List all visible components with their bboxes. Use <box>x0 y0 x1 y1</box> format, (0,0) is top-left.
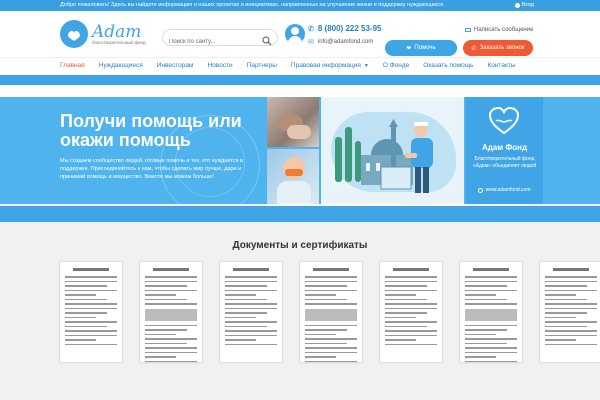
help-button-label: Помочь <box>414 45 436 51</box>
order-call-label: Заказать звонок <box>479 45 525 51</box>
heart-hand-icon <box>488 106 520 140</box>
phone-icon: ✆ <box>471 45 477 52</box>
fund-info-card: Адам Фонд Благотворительный фонд «Адам» … <box>466 97 543 204</box>
search-icon[interactable] <box>262 33 272 51</box>
nav-item-about[interactable]: О Фонде <box>383 62 409 69</box>
document-thumbnail[interactable] <box>300 262 362 362</box>
write-message-link[interactable]: Написать сообщение <box>465 27 533 33</box>
main-nav: Главная Нуждающиеся Инвесторам Новости П… <box>0 57 600 75</box>
hands-heart-icon <box>60 20 88 48</box>
nav-item-home[interactable]: Главная <box>60 62 85 69</box>
documents-section: Документы и сертификаты <box>0 222 600 400</box>
logo-brand: Adam <box>92 21 142 42</box>
heart-hand-icon: ❤ <box>406 45 412 52</box>
envelope-icon <box>465 28 471 32</box>
spacer <box>0 85 600 97</box>
nav-label: О Фонде <box>382 62 410 69</box>
nav-item-news[interactable]: Новости <box>208 62 233 69</box>
document-thumbnail[interactable] <box>460 262 522 362</box>
phone-text: 8 (800) 222 53-95 <box>317 24 382 33</box>
nav-label: Правовая информация <box>290 62 361 69</box>
email-text: info@adamfond.com <box>317 39 374 45</box>
fund-site-link[interactable]: www.adamfond.com <box>466 187 543 193</box>
email-link[interactable]: ✉ info@adamfond.com <box>308 38 373 46</box>
document-thumbnail[interactable] <box>540 262 600 362</box>
site-logo[interactable]: Adam благотворительный фонд <box>60 20 146 48</box>
search-input[interactable] <box>169 39 259 45</box>
divider-stripe <box>0 206 600 222</box>
login-link[interactable]: Вход <box>514 2 534 8</box>
user-avatar-icon[interactable] <box>285 24 305 44</box>
fund-title: Адам Фонд <box>481 143 528 152</box>
hero-headline: Получи помощь или окажи помощь <box>60 111 242 150</box>
documents-title: Документы и сертификаты <box>232 240 368 251</box>
logo-subtitle: благотворительный фонд <box>92 39 146 45</box>
nav-label: Нуждающиеся <box>98 62 143 69</box>
nav-label: Контакты <box>487 62 516 69</box>
document-thumbnail[interactable] <box>140 262 202 362</box>
fund-site-text: www.adamfond.com <box>485 187 531 193</box>
mail-icon: ✉ <box>308 39 314 46</box>
site-header: Adam благотворительный фонд ✆ 8 (800) 22… <box>0 11 600 57</box>
user-icon <box>514 2 520 8</box>
nav-item-legal[interactable]: Правовая информация ▼ <box>291 62 369 69</box>
document-thumbnail[interactable] <box>220 262 282 362</box>
nav-label: Партнеры <box>246 62 277 69</box>
donation-illustration <box>321 97 464 204</box>
document-thumbnail[interactable] <box>60 262 122 362</box>
child-mask-photo <box>267 149 319 204</box>
phone-number[interactable]: ✆ 8 (800) 222 53-95 <box>308 24 381 33</box>
nav-item-needy[interactable]: Нуждающиеся <box>99 62 143 69</box>
nav-item-contacts[interactable]: Контакты <box>487 62 515 69</box>
phone-icon: ✆ <box>308 25 314 33</box>
help-button[interactable]: ❤ Помочь <box>385 40 457 56</box>
nav-label: Оказать помощь <box>423 62 474 69</box>
nav-label: Главная <box>60 62 85 69</box>
order-call-button[interactable]: ✆ Заказать звонок <box>463 40 533 56</box>
write-message-label: Написать сообщение <box>474 27 534 33</box>
document-thumbnail[interactable] <box>380 262 442 362</box>
search-box <box>162 29 278 46</box>
elderly-hands-photo <box>267 97 319 147</box>
welcome-text: Добро пожаловать! Здесь вы найдете инфор… <box>60 2 445 8</box>
chevron-down-icon: ▼ <box>363 63 369 69</box>
nav-item-investors[interactable]: Инвесторам <box>157 62 194 69</box>
nav-item-partners[interactable]: Партнеры <box>247 62 277 69</box>
divider-stripe <box>0 75 600 85</box>
login-label: Вход <box>521 2 534 8</box>
hero-banner: Получи помощь или окажи помощь Мы создае… <box>0 97 600 204</box>
nav-label: Новости <box>207 62 233 69</box>
nav-label: Инвесторам <box>156 62 194 69</box>
top-info-bar: Добро пожаловать! Здесь вы найдете инфор… <box>0 0 600 11</box>
fund-text: Благотворительный фонд «Адам» объединяет… <box>472 156 537 169</box>
globe-icon <box>478 187 484 193</box>
nav-item-donate[interactable]: Оказать помощь <box>423 62 473 69</box>
hero-description: Мы создаем сообщество людей, готовых пом… <box>60 158 243 180</box>
